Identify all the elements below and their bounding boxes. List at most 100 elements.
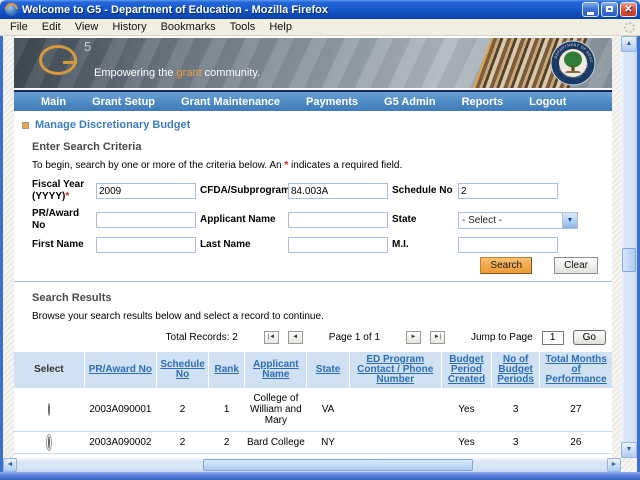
- scroll-up-icon[interactable]: ▲: [621, 36, 637, 52]
- row-1-pr-award: 2003A090002: [84, 431, 157, 454]
- search-criteria-heading: Enter Search Criteria: [32, 141, 142, 153]
- vertical-scroll-thumb[interactable]: [622, 248, 636, 272]
- browser-viewport: 5 Empowering the grant community. DEPART…: [3, 36, 637, 472]
- title-bar[interactable]: Welcome to G5 - Department of Education …: [0, 0, 640, 19]
- banner-tagline: Empowering the grant community.: [94, 67, 261, 79]
- main-nav: Main Grant Setup Grant Maintenance Payme…: [14, 90, 612, 111]
- row-1-months: 26: [539, 431, 612, 454]
- prev-page-button[interactable]: ◄: [287, 331, 303, 344]
- menu-view[interactable]: View: [68, 20, 106, 34]
- table-header-row: Select PR/Award No Schedule No Rank Appl…: [14, 352, 612, 388]
- results-instruction: Browse your search results below and sel…: [32, 311, 324, 322]
- col-budget-period-created[interactable]: Budget Period Created: [441, 352, 493, 388]
- row-1-state: NY: [306, 431, 350, 454]
- applicant-name-input[interactable]: [288, 212, 388, 228]
- menu-bookmarks[interactable]: Bookmarks: [154, 20, 223, 34]
- menu-history[interactable]: History: [105, 20, 153, 34]
- page-title: Manage Discretionary Budget: [22, 119, 612, 131]
- nav-grant-setup[interactable]: Grant Setup: [79, 96, 168, 108]
- restore-button[interactable]: [601, 2, 618, 17]
- col-state[interactable]: State: [306, 352, 350, 388]
- first-name-label: First Name: [32, 239, 84, 250]
- cfda-label: CFDA/Subprogram*: [200, 185, 294, 196]
- jump-to-page-label: Jump to Page: [470, 332, 533, 343]
- section-divider: [14, 281, 612, 282]
- first-name-input[interactable]: [96, 237, 196, 253]
- row-0-contact: [349, 388, 442, 432]
- row-0-applicant: College of William and Mary: [244, 388, 307, 432]
- col-pr-award[interactable]: PR/Award No: [84, 352, 157, 388]
- menu-help[interactable]: Help: [262, 20, 299, 34]
- clear-button[interactable]: Clear: [554, 257, 598, 274]
- nav-payments[interactable]: Payments: [293, 96, 371, 108]
- results-table: Select PR/Award No Schedule No Rank Appl…: [14, 352, 612, 454]
- col-ed-program-contact[interactable]: ED Program Contact / Phone Number: [349, 352, 442, 388]
- vertical-scrollbar[interactable]: ▲ ▼: [621, 36, 637, 458]
- row-0-periods: 3: [491, 388, 540, 432]
- menu-edit[interactable]: Edit: [35, 20, 68, 34]
- cfda-input[interactable]: [288, 183, 388, 199]
- menu-file[interactable]: File: [3, 20, 35, 34]
- g5-banner: 5 Empowering the grant community. DEPART…: [14, 38, 612, 88]
- bullet-square-icon: [22, 121, 29, 129]
- schedule-no-label: Schedule No: [392, 185, 453, 196]
- next-page-button[interactable]: ►: [405, 331, 421, 344]
- last-page-button[interactable]: ►|: [429, 331, 445, 344]
- page-content: 5 Empowering the grant community. DEPART…: [14, 36, 612, 472]
- last-name-label: Last Name: [200, 239, 251, 250]
- col-schedule-no[interactable]: Schedule No: [156, 352, 210, 388]
- mi-input[interactable]: [458, 237, 558, 253]
- search-results-heading: Search Results: [32, 292, 112, 304]
- state-select[interactable]: - Select - ▼: [458, 211, 578, 229]
- row-1-created: Yes: [441, 431, 492, 454]
- nav-g5-admin[interactable]: G5 Admin: [371, 96, 449, 108]
- pagination-top: Total Records: 2 |◄ ◄ Page 1 of 1 ► ►| J…: [14, 330, 606, 345]
- minimize-button[interactable]: [582, 2, 599, 17]
- g5-logo-icon: [39, 45, 77, 75]
- table-row: 2003A090002 2 2 Bard College NY Yes 3 26: [14, 431, 612, 454]
- fiscal-year-input[interactable]: [96, 183, 196, 199]
- mi-label: M.I.: [392, 239, 409, 250]
- window-title: Welcome to G5 - Department of Education …: [22, 3, 328, 16]
- state-label: State: [392, 214, 417, 225]
- scroll-left-icon[interactable]: ◄: [3, 458, 17, 472]
- row-1-schedule: 2: [156, 431, 209, 454]
- row-1-radio[interactable]: [46, 434, 53, 451]
- go-button-top[interactable]: Go: [572, 330, 606, 345]
- first-page-button[interactable]: |◄: [263, 331, 279, 344]
- nav-main[interactable]: Main: [28, 96, 79, 108]
- row-0-radio[interactable]: [48, 403, 51, 416]
- g5-logo-five: 5: [84, 39, 92, 54]
- col-rank[interactable]: Rank: [208, 352, 246, 388]
- nav-reports[interactable]: Reports: [449, 96, 517, 108]
- nav-logout[interactable]: Logout: [516, 96, 579, 108]
- schedule-no-input[interactable]: [458, 183, 558, 199]
- page-indicator: Page 1 of 1: [328, 332, 380, 343]
- horizontal-scroll-thumb[interactable]: [203, 459, 473, 471]
- scroll-right-icon[interactable]: ►: [607, 458, 621, 472]
- row-1-rank: 2: [208, 431, 245, 454]
- jump-to-page-input[interactable]: [541, 330, 564, 345]
- row-0-months: 27: [539, 388, 612, 432]
- menu-tools[interactable]: Tools: [223, 20, 263, 34]
- col-applicant-name[interactable]: Applicant Name: [244, 352, 308, 388]
- row-0-schedule: 2: [156, 388, 209, 432]
- minimize-icon: [587, 12, 594, 15]
- fiscal-year-label: Fiscal Year (YYYY)*: [32, 179, 85, 202]
- horizontal-scrollbar[interactable]: ◄ ►: [3, 458, 621, 472]
- row-0-created: Yes: [441, 388, 492, 432]
- close-button[interactable]: ✕: [620, 2, 637, 17]
- pr-award-input[interactable]: [96, 212, 196, 228]
- search-button[interactable]: Search: [480, 257, 533, 274]
- search-form: Fiscal Year (YYYY)* CFDA/Subprogram* Sch…: [32, 179, 612, 253]
- row-0-state: VA: [306, 388, 350, 432]
- scroll-down-icon[interactable]: ▼: [621, 442, 637, 458]
- last-name-input[interactable]: [288, 237, 388, 253]
- applicant-name-label: Applicant Name: [200, 214, 276, 225]
- col-total-months[interactable]: Total Months of Performance: [539, 352, 612, 388]
- nav-grant-maintenance[interactable]: Grant Maintenance: [168, 96, 293, 108]
- row-0-pr-award: 2003A090001: [84, 388, 157, 432]
- pr-award-label: PR/Award No: [32, 208, 80, 231]
- row-1-periods: 3: [491, 431, 540, 454]
- col-no-budget-periods[interactable]: No of Budget Periods: [491, 352, 541, 388]
